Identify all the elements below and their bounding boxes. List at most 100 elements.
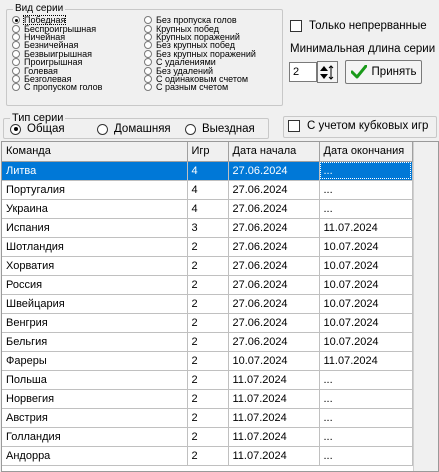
radio-dot[interactable] — [144, 32, 152, 41]
cell-team[interactable]: Испания — [2, 218, 188, 238]
radio-dot[interactable] — [12, 74, 20, 83]
table-row[interactable]: Фареры 2 10.07.2024 11.07.2024 — [2, 351, 413, 371]
cell-games[interactable]: 2 — [187, 313, 229, 333]
cell-start-date[interactable]: 11.07.2024 — [228, 446, 320, 466]
cell-games[interactable]: 4 — [187, 180, 229, 200]
cell-games[interactable]: 2 — [187, 370, 229, 390]
radio-home-dot[interactable] — [97, 123, 108, 135]
table-row[interactable]: Шотландия 2 27.06.2024 10.07.2024 — [2, 237, 413, 257]
cell-team[interactable]: Литва — [2, 161, 188, 181]
radio-dot[interactable] — [144, 58, 152, 67]
cell-games[interactable]: 2 — [187, 294, 229, 314]
cell-start-date[interactable]: 11.07.2024 — [228, 389, 320, 409]
table-row[interactable]: Польша 2 11.07.2024... — [2, 370, 413, 390]
cup-games-checkbox[interactable]: С учетом кубковых игр — [288, 120, 428, 132]
cell-team[interactable]: Венгрия — [2, 313, 188, 333]
radio-dot[interactable] — [12, 83, 20, 92]
radio-dot[interactable] — [12, 49, 20, 58]
cell-team[interactable]: Россия — [2, 275, 188, 295]
radio-dot[interactable] — [12, 32, 20, 41]
cell-end-date[interactable]: 11.07.2024 — [319, 218, 413, 238]
cell-games[interactable]: 3 — [187, 218, 229, 238]
radio-dot[interactable] — [12, 24, 20, 33]
cell-end-date[interactable]: ... — [319, 408, 413, 428]
cell-team[interactable]: Шотландия — [2, 237, 188, 257]
radio-dot[interactable] — [144, 24, 152, 33]
cell-end-date[interactable]: 10.07.2024 — [319, 313, 413, 333]
cell-start-date[interactable]: 27.06.2024 — [228, 199, 320, 219]
cell-end-date[interactable]: ... — [319, 180, 413, 200]
column-header-games[interactable]: Игр — [187, 142, 229, 162]
radio-away[interactable]: Выездная — [185, 123, 255, 135]
cell-team[interactable]: Польша — [2, 370, 188, 390]
cell-team[interactable]: Бельгия — [2, 332, 188, 352]
cell-games[interactable]: 4 — [187, 161, 229, 181]
cell-games[interactable]: 2 — [187, 332, 229, 352]
radio-home[interactable]: Домашняя — [97, 123, 171, 135]
radio-away-dot[interactable] — [185, 123, 196, 135]
cell-team[interactable]: Португалия — [2, 180, 188, 200]
cell-games[interactable]: 2 — [187, 446, 229, 466]
radio-dot[interactable] — [144, 83, 152, 92]
cell-start-date[interactable]: 27.06.2024 — [228, 161, 320, 181]
cell-team[interactable]: Швейцария — [2, 294, 188, 314]
table-row[interactable]: Бельгия 2 27.06.2024 10.07.2024 — [2, 332, 413, 352]
only-continuous-checkbox[interactable]: Только непрерванные — [290, 20, 427, 32]
min-length-input[interactable]: 2 — [289, 62, 317, 82]
table-row[interactable]: Испания 3 27.06.2024 11.07.2024 — [2, 218, 413, 238]
table-row[interactable]: Россия 2 27.06.2024 10.07.2024 — [2, 275, 413, 295]
radio-dot[interactable] — [12, 58, 20, 67]
cell-end-date[interactable]: 10.07.2024 — [319, 294, 413, 314]
cell-start-date[interactable]: 11.07.2024 — [228, 370, 320, 390]
only-continuous-box[interactable] — [290, 20, 302, 32]
radio-overall-dot[interactable] — [10, 123, 21, 135]
min-length-spinner[interactable] — [317, 61, 338, 83]
series-table[interactable]: Команда Игр Дата начала Дата окончания Л… — [1, 141, 439, 472]
radio-dot[interactable] — [144, 41, 152, 50]
cell-start-date[interactable]: 27.06.2024 — [228, 313, 320, 333]
cell-games[interactable]: 2 — [187, 427, 229, 447]
cell-games[interactable]: 2 — [187, 237, 229, 257]
cell-start-date[interactable]: 27.06.2024 — [228, 332, 320, 352]
apply-button[interactable]: Принять — [345, 60, 422, 84]
cell-end-date[interactable]: 10.07.2024 — [319, 275, 413, 295]
cell-team[interactable]: Голландия — [2, 427, 188, 447]
cell-end-date[interactable]: ... — [319, 427, 413, 447]
cell-team[interactable]: Украина — [2, 199, 188, 219]
cell-start-date[interactable]: 10.07.2024 — [228, 351, 320, 371]
series-type-option[interactable]: С разным счетом — [144, 83, 256, 92]
cell-start-date[interactable]: 27.06.2024 — [228, 180, 320, 200]
table-row[interactable]: Украина 4 27.06.2024... — [2, 199, 413, 219]
table-row[interactable]: Швейцария 2 27.06.2024 10.07.2024 — [2, 294, 413, 314]
cell-end-date[interactable]: ... — [319, 199, 413, 219]
table-row[interactable]: Венгрия 2 27.06.2024 10.07.2024 — [2, 313, 413, 333]
radio-dot[interactable] — [12, 66, 20, 75]
radio-dot[interactable] — [144, 16, 152, 25]
column-header-start-date[interactable]: Дата начала — [228, 142, 320, 162]
cell-team[interactable]: Австрия — [2, 408, 188, 428]
cell-end-date[interactable]: 10.07.2024 — [319, 256, 413, 276]
cell-games[interactable]: 2 — [187, 351, 229, 371]
cell-end-date[interactable]: 11.07.2024 — [319, 351, 413, 371]
table-row[interactable]: Литва 4 27.06.2024... — [2, 161, 413, 181]
table-row[interactable]: Норвегия 2 11.07.2024... — [2, 389, 413, 409]
radio-dot[interactable] — [12, 41, 20, 50]
cell-end-date[interactable]: 10.07.2024 — [319, 237, 413, 257]
cell-start-date[interactable]: 27.06.2024 — [228, 218, 320, 238]
radio-dot[interactable] — [144, 49, 152, 58]
cell-start-date[interactable]: 27.06.2024 — [228, 294, 320, 314]
radio-dot[interactable] — [144, 66, 152, 75]
cell-games[interactable]: 4 — [187, 199, 229, 219]
cell-team[interactable]: Норвегия — [2, 389, 188, 409]
cell-end-date[interactable]: 10.07.2024 — [319, 332, 413, 352]
table-row[interactable]: Хорватия 2 27.06.2024 10.07.2024 — [2, 256, 413, 276]
cell-start-date[interactable]: 27.06.2024 — [228, 256, 320, 276]
cell-start-date[interactable]: 11.07.2024 — [228, 408, 320, 428]
cell-team[interactable]: Андорра — [2, 446, 188, 466]
cup-games-box[interactable] — [288, 120, 300, 132]
cell-games[interactable]: 2 — [187, 389, 229, 409]
radio-dot[interactable] — [12, 16, 20, 25]
table-row[interactable]: Голландия 2 11.07.2024... — [2, 427, 413, 447]
column-header-team[interactable]: Команда — [2, 142, 188, 162]
cell-games[interactable]: 2 — [187, 275, 229, 295]
